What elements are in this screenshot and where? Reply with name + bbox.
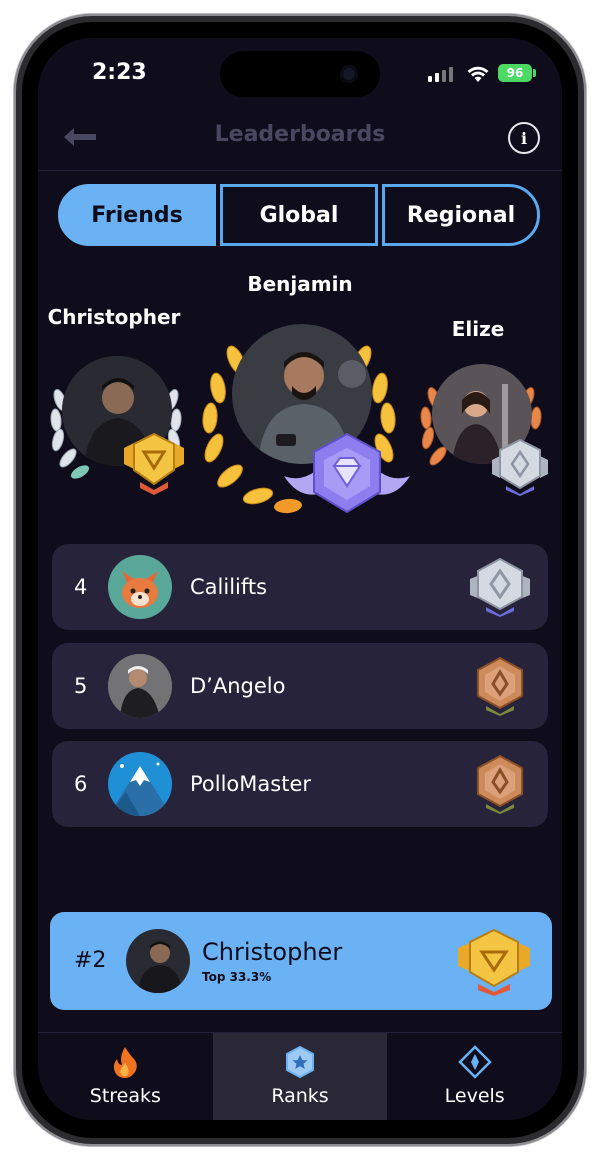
row-rank: 6 bbox=[74, 772, 88, 796]
status-time: 2:23 bbox=[92, 60, 147, 85]
gold-badge-icon bbox=[458, 928, 530, 996]
current-user-percentile: Top 33.3% bbox=[202, 970, 272, 984]
star-hexagon-icon bbox=[286, 1045, 314, 1079]
avatar bbox=[108, 654, 172, 718]
app-screen: 2:23 96 Leaderboards i Friends Global Re… bbox=[38, 38, 562, 1120]
avatar bbox=[108, 555, 172, 619]
gold-badge-icon bbox=[124, 432, 184, 495]
podium-third-name: Elize bbox=[451, 317, 505, 341]
row-name: PolloMaster bbox=[190, 772, 311, 796]
bottom-nav: Streaks Ranks Levels bbox=[38, 1033, 562, 1120]
flame-icon bbox=[114, 1047, 138, 1078]
avatar bbox=[126, 929, 190, 993]
tab-regional[interactable]: Regional bbox=[382, 184, 540, 246]
row-rank: 5 bbox=[74, 674, 88, 698]
signal-icon bbox=[428, 66, 456, 82]
table-row[interactable]: 4 Calilifts bbox=[52, 544, 548, 630]
silver-badge-icon bbox=[470, 557, 530, 617]
battery-tip bbox=[533, 69, 536, 77]
row-rank: 4 bbox=[74, 575, 88, 599]
row-name: Calilifts bbox=[190, 575, 268, 599]
table-row[interactable]: 5 D’Angelo bbox=[52, 643, 548, 729]
tab-friends[interactable]: Friends bbox=[58, 184, 216, 246]
leaderboard-tabs: Friends Global Regional bbox=[58, 184, 542, 246]
nav-streaks[interactable]: Streaks bbox=[38, 1033, 213, 1120]
current-user-card[interactable]: #2 Christopher Top 33.3% bbox=[50, 912, 552, 1010]
diamond-compass-icon bbox=[457, 1045, 492, 1079]
wifi-icon bbox=[467, 66, 489, 82]
camera-icon bbox=[340, 65, 358, 83]
current-user-rank: #2 bbox=[74, 948, 107, 973]
table-row[interactable]: 6 PolloMaster bbox=[52, 741, 548, 827]
tab-global[interactable]: Global bbox=[220, 184, 378, 246]
nav-label: Streaks bbox=[89, 1085, 161, 1107]
diamond-badge-icon bbox=[284, 432, 410, 514]
current-user-name: Christopher bbox=[202, 938, 343, 966]
row-name: D’Angelo bbox=[190, 674, 286, 698]
avatar bbox=[108, 752, 172, 816]
nav-levels[interactable]: Levels bbox=[387, 1033, 562, 1120]
info-icon[interactable]: i bbox=[508, 122, 540, 154]
header-divider bbox=[38, 170, 562, 171]
nav-ranks[interactable]: Ranks bbox=[212, 1033, 388, 1120]
podium-first-name: Benjamin bbox=[247, 272, 353, 296]
bronze-badge-icon bbox=[477, 656, 523, 716]
bronze-badge-icon bbox=[477, 754, 523, 814]
nav-label: Levels bbox=[444, 1085, 505, 1107]
silver-badge-icon bbox=[492, 438, 548, 496]
nav-label: Ranks bbox=[271, 1085, 329, 1107]
page-title: Leaderboards bbox=[214, 122, 386, 147]
battery-icon: 96 bbox=[498, 64, 532, 82]
dynamic-island bbox=[220, 51, 380, 97]
podium-second-name: Christopher bbox=[47, 305, 181, 329]
